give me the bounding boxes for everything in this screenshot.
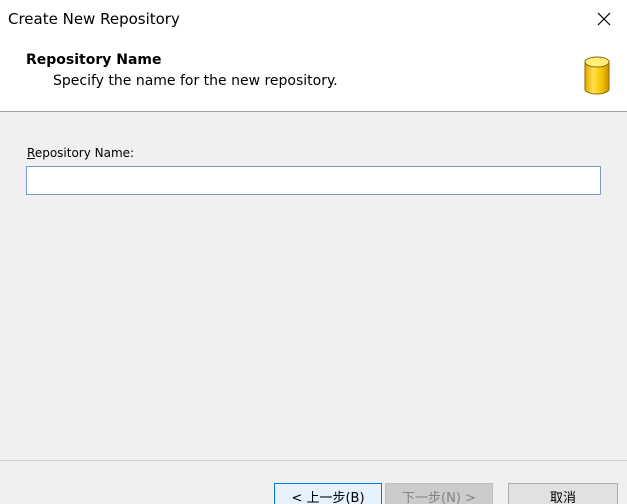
close-button[interactable] [581, 0, 627, 38]
back-button[interactable]: < 上一步(B) [274, 483, 382, 504]
title-bar: Create New Repository [0, 0, 627, 38]
repository-name-input[interactable] [26, 166, 601, 195]
next-button[interactable]: 下一步(N) > [385, 483, 493, 504]
close-icon [597, 12, 611, 26]
page-title: Repository Name [26, 52, 162, 68]
database-icon [584, 56, 610, 95]
page-subtitle: Specify the name for the new repository. [53, 73, 338, 89]
wizard-header: Repository Name Specify the name for the… [0, 38, 627, 112]
cancel-button[interactable]: 取消 [508, 483, 618, 504]
footer-divider [0, 460, 627, 461]
create-repository-dialog: Create New Repository Repository Name Sp… [0, 0, 627, 504]
repository-name-label: Repository Name: [27, 146, 135, 160]
window-title: Create New Repository [8, 10, 180, 28]
